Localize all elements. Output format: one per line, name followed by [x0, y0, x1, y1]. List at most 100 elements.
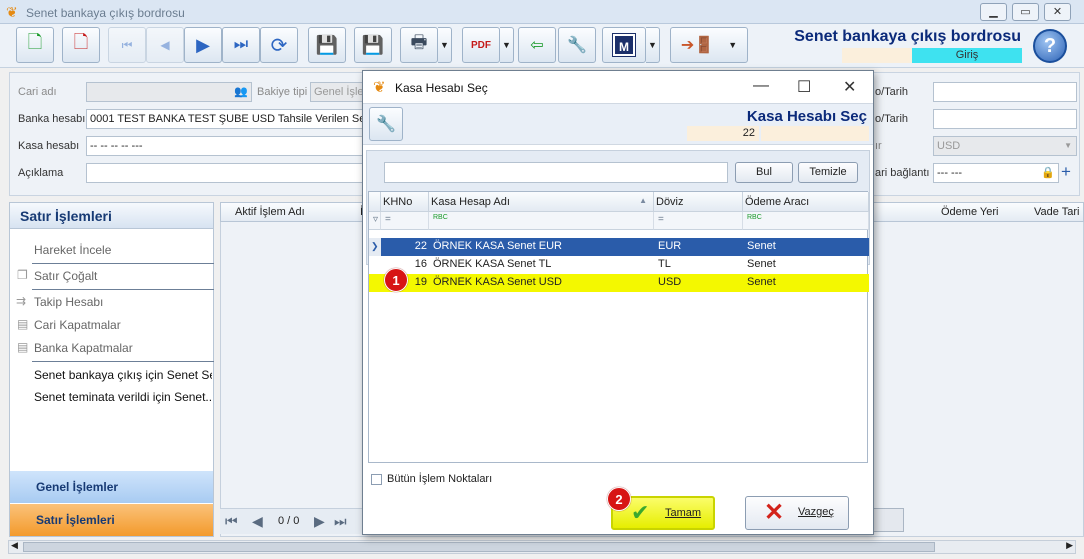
sidebar-divider: [32, 361, 214, 362]
save-button[interactable]: 💾: [308, 27, 346, 63]
table-row[interactable]: 16 ÖRNEK KASA Senet TL TL Senet: [369, 256, 869, 274]
find-button[interactable]: Bul: [735, 162, 793, 183]
step-badge-2: 2: [607, 487, 631, 511]
col-aktif[interactable]: Aktif İşlem Adı: [235, 206, 305, 218]
col-vade[interactable]: Vade Tari: [1034, 206, 1079, 218]
grid-side-button[interactable]: [872, 508, 904, 532]
add-icon[interactable]: +: [1061, 162, 1071, 182]
filter-icon[interactable]: ▿: [369, 212, 381, 230]
cancel-label: Vazgeç: [798, 506, 834, 518]
dialog-tools-button[interactable]: 🔧: [369, 107, 403, 141]
table-row[interactable]: 19 ÖRNEK KASA Senet USD USD Senet: [369, 274, 869, 292]
delete-doc-icon: 🗋: [73, 32, 89, 52]
kasa-input[interactable]: -- -- -- -- ---: [86, 136, 364, 156]
maximize-button[interactable]: ▭: [1012, 3, 1039, 21]
dialog-minimize-button[interactable]: —: [753, 77, 769, 95]
scroll-thumb[interactable]: [23, 542, 935, 552]
search-input[interactable]: [384, 162, 728, 183]
filter-khno[interactable]: =: [381, 212, 429, 230]
col-odeme-araci[interactable]: Ödeme Aracı: [743, 192, 869, 212]
col-doviz[interactable]: Döviz: [654, 192, 743, 212]
wrench-icon: 🔧: [376, 116, 396, 133]
bag-label: ari bağlantı: [875, 167, 930, 179]
sidebar-item-cogalt[interactable]: Satır Çoğalt: [34, 269, 224, 283]
printer-icon: 🖶: [410, 32, 428, 52]
question-icon: ?: [1043, 35, 1057, 57]
prev-record-button[interactable]: ◀: [146, 27, 184, 63]
new-doc-icon: 🗋: [27, 32, 43, 52]
print-dropdown[interactable]: ▼: [438, 27, 452, 63]
tools-button[interactable]: 🔧: [558, 27, 596, 63]
bakiye-select[interactable]: Genel İşlem: [310, 82, 364, 102]
sidebar-item-senet-sec[interactable]: Senet bankaya çıkış için Senet Seç: [34, 368, 212, 382]
dialog-maximize-button[interactable]: ☐: [797, 77, 811, 97]
m-logo-icon: M: [612, 33, 636, 57]
pager-first-icon[interactable]: ⏮: [225, 513, 238, 530]
cell-doviz: EUR: [658, 240, 682, 252]
kasa-label: Kasa hesabı: [18, 140, 80, 152]
bag-input[interactable]: --- --- 🔒: [933, 163, 1059, 183]
print-button[interactable]: 🖶: [400, 27, 438, 63]
nav-general[interactable]: Genel İşlemler: [10, 471, 213, 503]
bag-value: --- ---: [937, 167, 963, 179]
sidebar-item-hareket[interactable]: Hareket İncele: [34, 243, 224, 257]
cancel-button[interactable]: ✕ Vazgeç: [745, 496, 849, 530]
banka-input[interactable]: 0001 TEST BANKA TEST ŞUBE USD Tahsile Ve…: [86, 109, 364, 129]
copy-icon: ❐: [17, 268, 28, 282]
refresh-button[interactable]: ⟳: [260, 27, 298, 63]
window-title: Senet bankaya çıkış bordrosu: [26, 6, 185, 20]
new-record-button[interactable]: 🗋: [16, 27, 54, 63]
help-button[interactable]: ?: [1033, 29, 1067, 63]
sidebar-item-takip[interactable]: Takip Hesabı: [34, 295, 224, 309]
filter-kasa-adi[interactable]: RBC: [429, 212, 654, 230]
minimize-button[interactable]: ▁: [980, 3, 1007, 21]
m-button[interactable]: M: [602, 27, 646, 63]
sidebar-item-banka[interactable]: Banka Kapatmalar: [34, 341, 224, 355]
cell-name: ÖRNEK KASA Senet USD: [433, 276, 562, 288]
tarih-input-1[interactable]: [933, 82, 1077, 102]
pdf-button[interactable]: PDF: [462, 27, 500, 63]
aciklama-input[interactable]: [86, 163, 364, 183]
sidebar-item-teminat[interactable]: Senet teminata verildi için Senet...: [34, 390, 212, 404]
pager-prev-icon[interactable]: ◀: [252, 513, 263, 530]
save-cancel-button[interactable]: 💾: [354, 27, 392, 63]
col-odeme-yeri[interactable]: Ödeme Yeri: [941, 206, 998, 218]
next-record-button[interactable]: ▶: [184, 27, 222, 63]
cell-name: ÖRNEK KASA Senet EUR: [433, 240, 562, 252]
all-points-checkbox[interactable]: [371, 474, 382, 485]
horizontal-scrollbar[interactable]: ◀ ▶: [8, 540, 1076, 554]
doviz-label: ır: [875, 140, 882, 152]
clear-button[interactable]: Temizle: [798, 162, 858, 183]
import-button[interactable]: ⇦: [518, 27, 556, 63]
filter-doviz[interactable]: =: [654, 212, 743, 230]
cell-odeme: Senet: [747, 258, 776, 270]
sort-asc-icon: ▲: [639, 196, 647, 205]
dialog-close-button[interactable]: ✕: [843, 77, 856, 97]
last-record-button[interactable]: ⏭: [222, 27, 260, 63]
table-row[interactable]: ❯ 22 ÖRNEK KASA Senet EUR EUR Senet: [369, 238, 869, 256]
mode-badge: Giriş: [912, 48, 1022, 63]
scroll-right-icon[interactable]: ▶: [1066, 540, 1073, 551]
close-button[interactable]: ✕: [1044, 3, 1071, 21]
exit-button[interactable]: ➔🚪 ▼: [670, 27, 748, 63]
filter-odeme[interactable]: RBC: [743, 212, 869, 230]
col-khno[interactable]: KHNo: [381, 192, 429, 212]
pager-next-icon[interactable]: ▶: [314, 513, 325, 530]
delete-record-button[interactable]: 🗋: [62, 27, 100, 63]
pager-last-icon[interactable]: ⏭: [334, 513, 347, 530]
pdf-dropdown[interactable]: ▼: [500, 27, 514, 63]
scroll-left-icon[interactable]: ◀: [11, 540, 18, 551]
cari-input[interactable]: 👥: [86, 82, 252, 102]
col-kasa-adi[interactable]: Kasa Hesap Adı ▲: [429, 192, 654, 212]
current-row-icon: ❯: [369, 238, 381, 256]
tarih-input-2[interactable]: [933, 109, 1077, 129]
dialog-title: Kasa Hesabı Seç: [395, 81, 488, 95]
all-points-label: Bütün İşlem Noktaları: [387, 473, 493, 485]
dialog-header-band: 🔧 Kasa Hesabı Seç 22: [363, 103, 873, 145]
dialog-count: 22: [687, 126, 759, 141]
doviz-select[interactable]: USD ▼: [933, 136, 1077, 156]
first-record-button[interactable]: ⏮: [108, 27, 146, 63]
sidebar-item-cari[interactable]: Cari Kapatmalar: [34, 318, 224, 332]
nav-rows[interactable]: Satır İşlemleri: [10, 504, 213, 536]
m-dropdown[interactable]: ▼: [646, 27, 660, 63]
